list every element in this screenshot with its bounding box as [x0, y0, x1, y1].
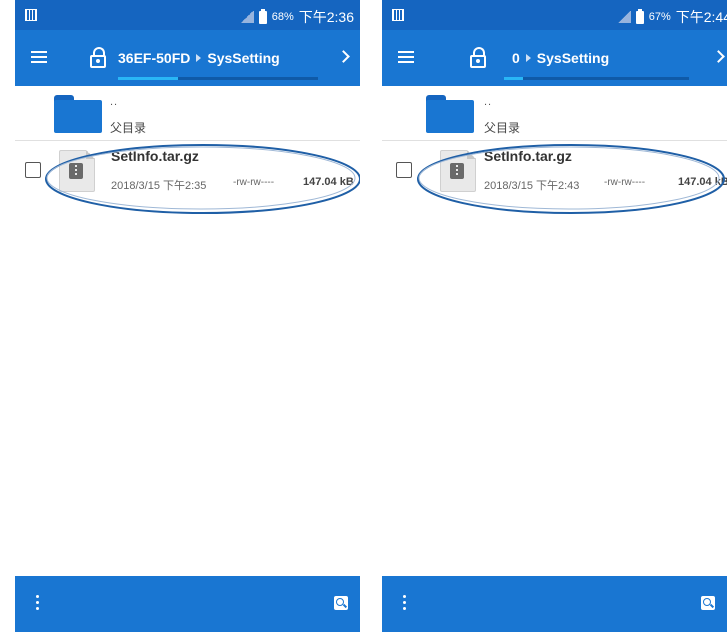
status-right: 67% 下午2:44 [616, 7, 727, 27]
status-right: 68% 下午2:36 [239, 7, 354, 27]
screen-right: 67% 下午2:44 0 SysSetting .. 父目录 SetInfo.t… [382, 0, 727, 632]
file-size: 147.04 kB [678, 176, 727, 188]
folder-icon [426, 95, 474, 133]
battery-percent: 68% [271, 11, 294, 23]
bottom-bar [382, 576, 727, 632]
breadcrumb-separator-icon [525, 54, 531, 62]
file-name: SetInfo.tar.gz [111, 148, 199, 164]
scroll-indicator-fill [118, 77, 178, 80]
file-permissions: -rw-rw---- [233, 177, 275, 188]
lock-icon[interactable] [90, 47, 106, 68]
status-bar: 68% 下午2:36 [15, 0, 360, 30]
more-vert-icon[interactable] [36, 595, 40, 613]
battery-icon [258, 8, 267, 24]
menu-icon[interactable] [31, 51, 47, 63]
file-row[interactable]: SetInfo.tar.gz 2018/3/15 下午2:35 -rw-rw--… [15, 141, 360, 203]
breadcrumb-current[interactable]: SysSetting [207, 50, 279, 66]
breadcrumb: 36EF-50FD SysSetting [118, 50, 280, 66]
file-name: SetInfo.tar.gz [484, 148, 572, 164]
signal-icon [616, 11, 631, 23]
file-checkbox[interactable] [25, 162, 41, 178]
search-icon[interactable] [334, 596, 348, 610]
chevron-right-icon[interactable] [712, 50, 725, 63]
file-list: .. 父目录 SetInfo.tar.gz 2018/3/15 下午2:35 -… [15, 86, 360, 203]
breadcrumb-root[interactable]: 0 [512, 50, 520, 66]
status-bar: 67% 下午2:44 [382, 0, 727, 30]
menu-icon[interactable] [398, 51, 414, 63]
lock-icon[interactable] [470, 47, 486, 68]
archive-file-icon [440, 150, 476, 192]
toolbar: 0 SysSetting [382, 30, 727, 86]
file-row[interactable]: SetInfo.tar.gz 2018/3/15 下午2:43 -rw-rw--… [382, 141, 727, 203]
file-date: 2018/3/15 下午2:43 [484, 180, 580, 192]
bottom-bar [15, 576, 360, 632]
app-icon [25, 9, 37, 21]
battery-percent: 67% [648, 11, 671, 23]
file-permissions: -rw-rw---- [604, 177, 646, 188]
more-vert-icon[interactable] [403, 595, 407, 613]
scroll-indicator [504, 77, 689, 80]
breadcrumb-root[interactable]: 36EF-50FD [118, 50, 190, 66]
file-list: .. 父目录 SetInfo.tar.gz 2018/3/15 下午2:43 -… [382, 86, 727, 203]
breadcrumb: 0 SysSetting [512, 50, 609, 66]
archive-file-icon [59, 150, 95, 192]
chevron-right-icon[interactable] [337, 50, 350, 63]
signal-icon [239, 11, 254, 23]
breadcrumb-separator-icon [196, 54, 202, 62]
scroll-indicator [118, 77, 318, 80]
scroll-indicator-fill [504, 77, 523, 80]
file-size: 147.04 kB [303, 176, 354, 188]
file-checkbox[interactable] [396, 162, 412, 178]
clock: 下午2:36 [298, 9, 354, 25]
parent-directory-row[interactable]: .. 父目录 [382, 86, 727, 140]
parent-dots: .. [484, 96, 493, 108]
parent-directory-row[interactable]: .. 父目录 [15, 86, 360, 140]
screen-left: 68% 下午2:36 36EF-50FD SysSetting .. 父目录 S… [15, 0, 360, 632]
parent-directory-label: 父目录 [110, 121, 147, 135]
folder-icon [54, 95, 102, 133]
file-date: 2018/3/15 下午2:35 [111, 180, 207, 192]
search-icon[interactable] [701, 596, 715, 610]
app-icon [392, 9, 404, 21]
battery-icon [635, 8, 644, 24]
parent-directory-label: 父目录 [484, 121, 521, 135]
breadcrumb-current[interactable]: SysSetting [537, 50, 609, 66]
clock: 下午2:44 [675, 9, 727, 25]
parent-dots: .. [110, 96, 119, 108]
toolbar: 36EF-50FD SysSetting [15, 30, 360, 86]
